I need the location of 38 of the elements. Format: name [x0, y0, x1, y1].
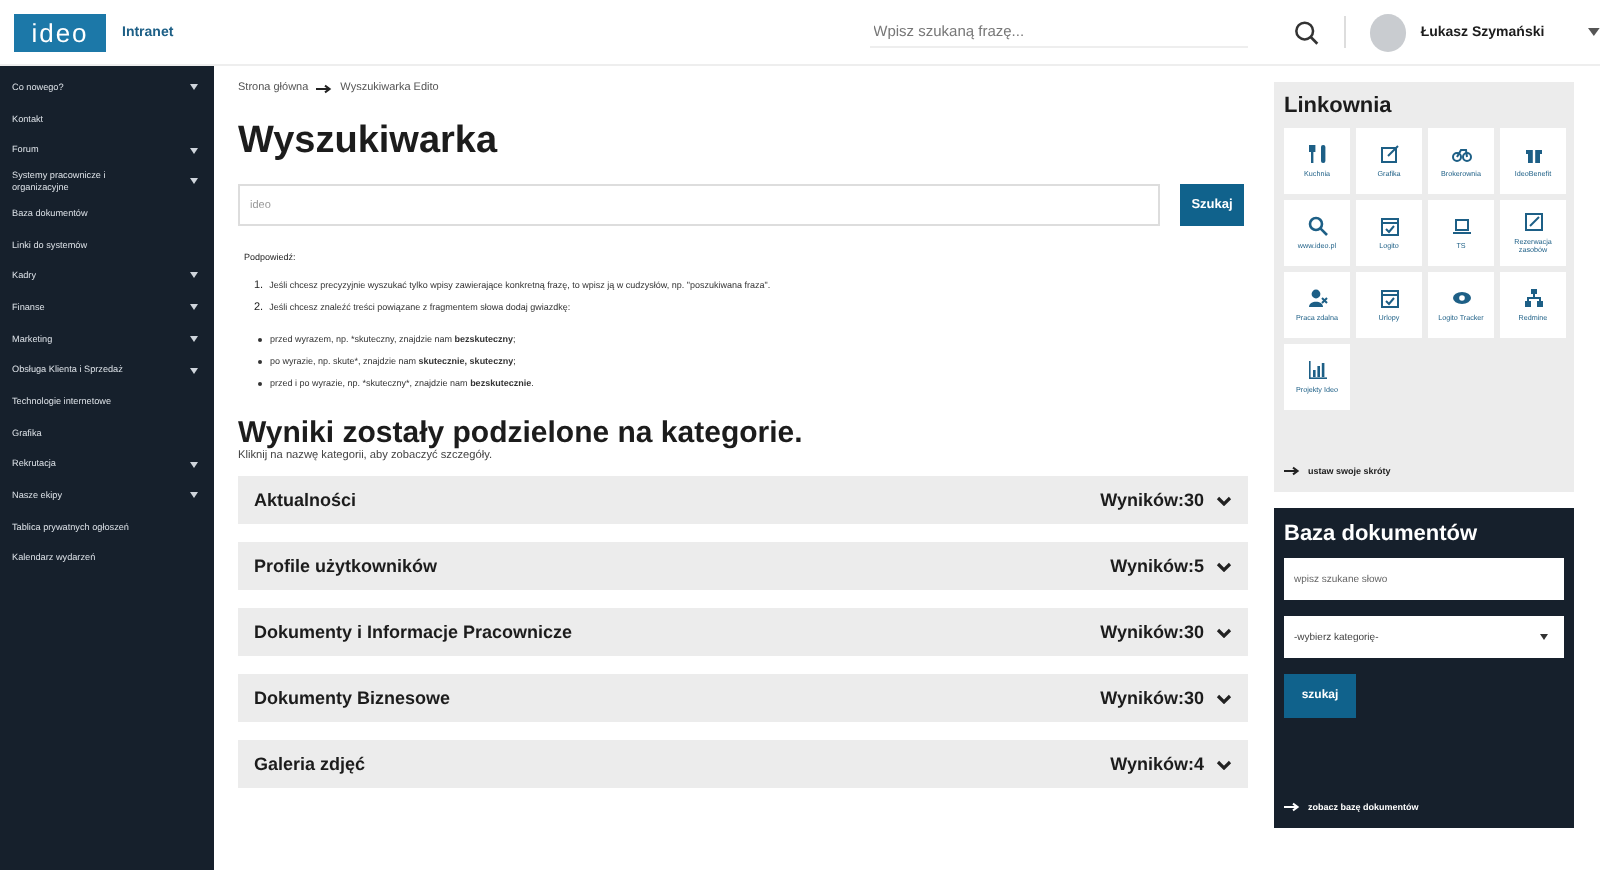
sitemap-icon — [1523, 287, 1543, 308]
cutlery-icon — [1307, 143, 1327, 164]
calendar-icon — [1379, 215, 1399, 236]
bicycle-icon — [1451, 143, 1471, 164]
calendar-icon — [1379, 287, 1399, 308]
category-name: Dokumenty Biznesowe — [254, 688, 453, 708]
bar-chart-icon — [1307, 359, 1327, 380]
category-row[interactable]: Aktualności Wyników:30 — [238, 476, 1248, 524]
caret-icon[interactable] — [1588, 28, 1600, 36]
arrow-icon — [1284, 466, 1300, 476]
user-icon — [1307, 287, 1327, 308]
arrow-icon — [1284, 802, 1300, 812]
category-name: Dokumenty i Informacje Pracownicze — [254, 622, 575, 642]
category-name: Aktualności — [254, 490, 359, 510]
result-count: Wyników:30 — [1100, 622, 1204, 642]
category-name: Profile użytkowników — [254, 556, 440, 576]
section-heading: Wyniki zostały podzielone na kategorie. — [238, 416, 805, 450]
laptop-icon — [1451, 215, 1471, 236]
category-name: Galeria zdjęć — [254, 754, 368, 774]
result-count: Wyników:30 — [1100, 688, 1204, 708]
result-count: Wyników:30 — [1100, 490, 1204, 510]
caret-icon — [1540, 634, 1548, 640]
category-row[interactable]: Dokumenty Biznesowe Wyników:30 — [238, 674, 1248, 722]
panel-title: Linkownia — [1284, 94, 1394, 118]
category-row[interactable]: Galeria zdjęć Wyników:4 — [238, 740, 1248, 788]
category-row[interactable]: Profile użytkowników Wyników:5 — [238, 542, 1248, 590]
category-row[interactable]: Dokumenty i Informacje Pracownicze Wyników:30 — [238, 608, 1248, 656]
result-count: Wyników:5 — [1110, 556, 1204, 576]
result-count: Wyników:4 — [1110, 754, 1204, 774]
panel-title: Baza dokumentów — [1284, 522, 1480, 546]
logo[interactable]: ideo — [14, 13, 106, 51]
arrow-icon — [316, 83, 333, 93]
eye-icon — [1451, 287, 1471, 308]
search-icon[interactable] — [1294, 19, 1320, 45]
edit-icon — [1523, 211, 1543, 232]
pencil-icon — [1379, 143, 1399, 164]
search-icon — [1307, 215, 1327, 236]
page-title: Wyszukiwarka — [238, 120, 500, 164]
